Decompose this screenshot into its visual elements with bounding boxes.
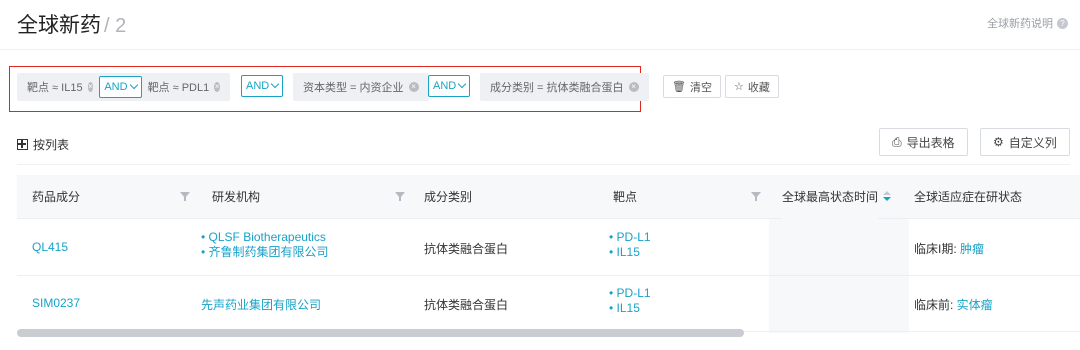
export-label: 导出表格 (906, 135, 955, 150)
status-stage: 临床I期: (914, 242, 961, 256)
column-header-indication-status[interactable]: 全球适应症在研状态 (914, 175, 1022, 219)
filter-chip-ingredient-category[interactable]: 成分类别 = 抗体类融合蛋白 × (480, 73, 649, 101)
page-title: 全球新药/ 2 (17, 9, 126, 39)
save-filters-button[interactable]: ☆ 收藏 (725, 75, 779, 98)
indication-status-cell: 临床前: 实体瘤 (914, 296, 993, 313)
chevron-down-icon (270, 79, 280, 89)
filter-icon[interactable] (395, 192, 405, 201)
result-count: / 2 (104, 15, 127, 37)
table-row: SIM0237 先声药业集团有限公司 抗体类融合蛋白 • PD-L1 • IL1… (17, 276, 1080, 332)
list-view-label: 按列表 (33, 138, 70, 152)
target-link[interactable]: • PD-L1 (609, 230, 651, 245)
filter-icon[interactable] (751, 192, 761, 201)
column-header-status-time[interactable]: 全球最高状态时间 (782, 175, 879, 219)
drug-name-link[interactable]: SIM0237 (32, 296, 80, 310)
filter-icon[interactable] (180, 192, 190, 201)
indication-link[interactable]: 实体瘤 (957, 298, 993, 312)
column-header-drug[interactable]: 药品成分 (32, 175, 80, 219)
table-grid-icon (17, 139, 28, 150)
question-icon: ? (1057, 17, 1068, 29)
page-title-text: 全球新药 (17, 14, 101, 37)
remove-chip-icon[interactable]: × (628, 82, 639, 92)
table-row: QL415 • QLSF Biotherapeutics • 齐鲁制药集团有限公… (17, 220, 1080, 276)
filter-chip-label: 成分类别 = 抗体类融合蛋白 (490, 82, 624, 94)
indication-status-cell: 临床I期: 肿瘤 (914, 240, 984, 257)
filter-group-targets: 靶点 ≈ IL15 × AND 靶点 ≈ PDL1 × (17, 73, 230, 101)
remove-chip-icon[interactable]: × (87, 82, 94, 92)
target-list: • PD-L1 • IL15 (609, 286, 651, 316)
and-operator-label: AND (246, 80, 270, 92)
and-operator-label: AND (433, 80, 457, 92)
custom-columns-button[interactable]: ⚙ 自定义列 (980, 128, 1070, 156)
drug-name-link[interactable]: QL415 (32, 240, 68, 254)
organization-link[interactable]: • QLSF Biotherapeutics (201, 230, 329, 245)
divider (17, 164, 1070, 165)
column-header-organization[interactable]: 研发机构 (212, 175, 260, 219)
trash-icon: 🗑 (672, 81, 686, 93)
organization-link[interactable]: • 齐鲁制药集团有限公司 (201, 245, 329, 260)
table-header: 药品成分 研发机构 成分类别 靶点 全球最高状态时间 全球适应症在研状态 (17, 175, 1080, 219)
list-view-toggle[interactable]: 按列表 (17, 136, 69, 153)
and-operator-dropdown[interactable]: AND (241, 75, 284, 97)
target-link[interactable]: • IL15 (609, 301, 651, 316)
column-header-target[interactable]: 靶点 (613, 175, 637, 219)
help-link[interactable]: 全球新药说明 ? (987, 15, 1068, 31)
chevron-down-icon (129, 80, 138, 90)
page-header: 全球新药/ 2 全球新药说明 ? (0, 0, 1080, 50)
category-cell: 抗体类融合蛋白 (424, 242, 509, 256)
save-label: 收藏 (747, 81, 770, 94)
filter-chip-target-il15[interactable]: 靶点 ≈ IL15 (27, 79, 83, 95)
target-list: • PD-L1 • IL15 (609, 230, 651, 260)
filter-conditions-highlight: 靶点 ≈ IL15 × AND 靶点 ≈ PDL1 × AND 资本类型 = 内… (9, 66, 649, 112)
chevron-down-icon (457, 79, 467, 89)
indication-link[interactable]: 肿瘤 (960, 242, 984, 256)
column-header-category[interactable]: 成分类别 (424, 175, 472, 219)
organization-link[interactable]: 先声药业集团有限公司 (201, 296, 321, 313)
and-operator-dropdown[interactable]: AND (428, 75, 471, 97)
filter-chip-capital-type[interactable]: 资本类型 = 内资企业 × (293, 73, 429, 101)
remove-chip-icon[interactable]: × (214, 82, 220, 92)
star-icon: ☆ (734, 81, 744, 93)
sort-icon[interactable] (883, 191, 891, 203)
horizontal-scrollbar[interactable] (17, 329, 744, 337)
gear-icon: ⚙ (993, 135, 1004, 149)
target-link[interactable]: • IL15 (609, 245, 651, 260)
and-operator-dropdown[interactable]: AND (99, 76, 142, 98)
status-stage: 临床前: (914, 298, 957, 312)
filter-chip-target-pdl1[interactable]: 靶点 ≈ PDL1 (148, 79, 210, 95)
custom-columns-label: 自定义列 (1008, 135, 1057, 150)
export-icon: ⎙ (892, 134, 902, 149)
help-link-label: 全球新药说明 (987, 18, 1053, 30)
target-link[interactable]: • PD-L1 (609, 286, 651, 301)
clear-label: 清空 (689, 81, 712, 94)
organization-list: • QLSF Biotherapeutics • 齐鲁制药集团有限公司 (201, 230, 329, 260)
and-operator-label: AND (104, 81, 128, 93)
filter-chip-label: 资本类型 = 内资企业 (303, 82, 404, 94)
category-cell: 抗体类融合蛋白 (424, 298, 509, 312)
export-table-button[interactable]: ⎙ 导出表格 (879, 128, 968, 156)
clear-filters-button[interactable]: 🗑 清空 (663, 75, 721, 98)
remove-chip-icon[interactable]: × (408, 82, 419, 92)
